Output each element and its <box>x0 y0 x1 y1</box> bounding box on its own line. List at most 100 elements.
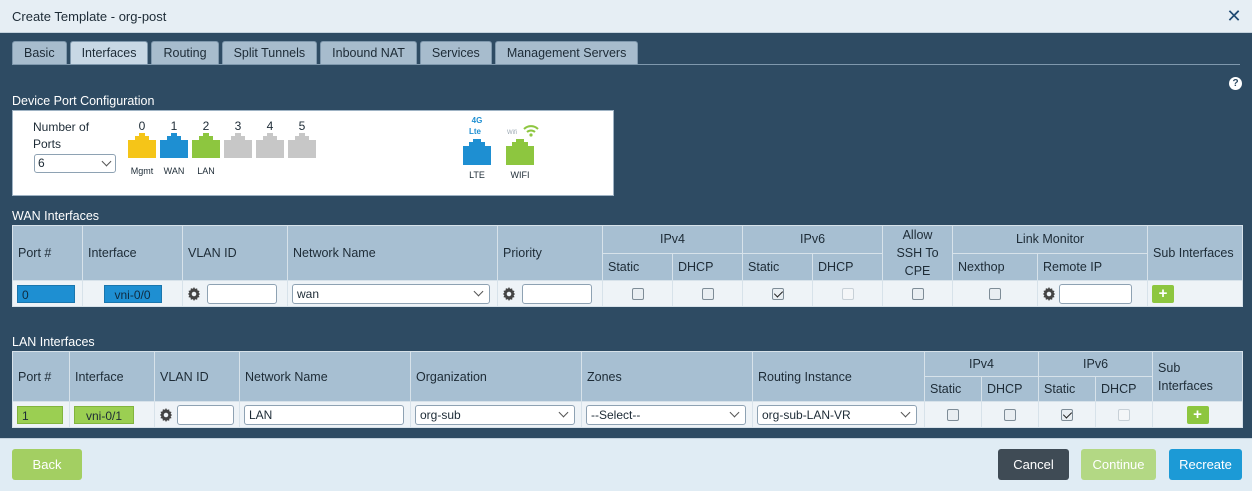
dialog-title: Create Template - org-post <box>12 9 167 24</box>
back-button[interactable]: Back <box>12 449 82 480</box>
wan-ipv4-dhcp-checkbox[interactable] <box>701 288 714 301</box>
port-4[interactable]: 4 <box>255 119 285 176</box>
lte-port[interactable]: 4G Lte LTE <box>457 115 497 180</box>
lan-ipv6-static-checkbox[interactable] <box>1061 409 1074 422</box>
wan-remote-ip-input[interactable] <box>1059 283 1133 304</box>
add-sub-interface-button[interactable]: + <box>1186 405 1209 424</box>
wan-allow-ssh-checkbox[interactable] <box>911 288 924 301</box>
col-organization: Organization <box>410 351 582 402</box>
lan-organization-value: org-sub <box>420 407 461 422</box>
device-port-title: Device Port Configuration <box>12 94 155 108</box>
lte-badge-bottom: Lte <box>469 127 482 136</box>
lan-section-title: LAN Interfaces <box>12 335 95 349</box>
dialog-body: Basic Interfaces Routing Split Tunnels I… <box>0 33 1252 438</box>
col-link-monitor: Link Monitor <box>952 225 1149 254</box>
gear-icon[interactable] <box>1042 286 1056 301</box>
wifi-label: WIFI <box>510 170 530 180</box>
port-label <box>223 166 253 176</box>
wifi-port[interactable]: Wifi WIFI <box>500 115 540 180</box>
lan-interface-field[interactable]: vni-0/1 <box>74 405 134 424</box>
lan-vlan-input[interactable] <box>177 404 234 425</box>
wifi-icon: Wifi <box>506 125 539 165</box>
wan-port-field[interactable]: 0 <box>17 284 75 303</box>
table-row: 0 vni-0/0 wan + <box>12 280 1244 307</box>
port-3[interactable]: 3 <box>223 119 253 176</box>
col-ipv4-dhcp: DHCP <box>671 252 744 281</box>
tab-inbound-nat[interactable]: Inbound NAT <box>320 41 417 64</box>
col-nexthop: Nexthop <box>952 252 1039 281</box>
lan-port-field[interactable]: 1 <box>17 405 63 424</box>
lan-routing-instance-select[interactable]: org-sub-LAN-VR <box>757 404 917 425</box>
col-ipv6: IPv6 <box>742 225 884 254</box>
wan-vlan-input[interactable] <box>207 283 277 304</box>
ethernet-port-icon <box>160 133 188 158</box>
wan-nexthop-checkbox[interactable] <box>989 288 1002 301</box>
chevron-down-icon <box>900 407 911 417</box>
lan-ipv4-dhcp-checkbox[interactable] <box>1004 409 1016 422</box>
gear-icon[interactable] <box>502 286 516 301</box>
help-icon[interactable]: ? <box>1229 77 1242 90</box>
port-5[interactable]: 5 <box>287 119 317 176</box>
wan-ipv6-dhcp-checkbox <box>841 288 854 301</box>
dialog-titlebar: Create Template - org-post ✕ <box>0 0 1252 33</box>
lan-ipv4-static-checkbox[interactable] <box>947 409 959 422</box>
gear-icon[interactable] <box>187 286 201 301</box>
lan-routing-instance-value: org-sub-LAN-VR <box>762 407 851 422</box>
wan-priority-input[interactable] <box>522 283 592 304</box>
chevron-down-icon <box>101 156 112 167</box>
gear-icon[interactable] <box>159 407 173 422</box>
wan-interface-field[interactable]: vni-0/0 <box>103 284 162 303</box>
continue-button[interactable]: Continue <box>1081 449 1156 480</box>
port-label: Mgmt <box>130 166 154 176</box>
tab-routing[interactable]: Routing <box>151 41 219 64</box>
tab-basic[interactable]: Basic <box>12 41 67 64</box>
lte-icon: 4G Lte <box>463 116 491 165</box>
tab-divider <box>12 64 1240 65</box>
wan-section-title: WAN Interfaces <box>12 209 100 223</box>
port-number: 3 <box>234 119 242 133</box>
chevron-down-icon <box>729 407 740 417</box>
tab-interfaces[interactable]: Interfaces <box>69 41 149 64</box>
col-network-name: Network Name <box>287 225 498 281</box>
close-icon[interactable]: ✕ <box>1226 6 1242 26</box>
add-sub-interface-button[interactable]: + <box>1152 284 1175 303</box>
col-zones: Zones <box>581 351 753 402</box>
col-vlan-id: VLAN ID <box>182 225 288 281</box>
col-interface: Interface <box>82 225 183 281</box>
tab-services[interactable]: Services <box>419 41 492 64</box>
lan-network-input[interactable]: LAN <box>244 404 404 425</box>
wan-interfaces-table: Port # Interface VLAN ID Network Name Pr… <box>12 225 1244 307</box>
col-ipv6: IPv6 <box>1038 351 1154 377</box>
tab-management-servers[interactable]: Management Servers <box>494 41 639 64</box>
number-of-ports-select[interactable]: 6 <box>34 154 116 173</box>
ethernet-port-icon <box>256 133 284 158</box>
col-port: Port # <box>12 225 83 281</box>
port-1[interactable]: 1 WAN <box>159 119 189 176</box>
port-2[interactable]: 2 LAN <box>191 119 221 176</box>
port-label <box>287 166 317 176</box>
tab-split-tunnels[interactable]: Split Tunnels <box>221 41 318 64</box>
port-number: 4 <box>266 119 274 133</box>
lan-organization-select[interactable]: org-sub <box>415 404 575 425</box>
wan-network-value: wan <box>297 286 320 301</box>
port-0[interactable]: 0 Mgmt <box>127 119 157 176</box>
wan-network-select[interactable]: wan <box>292 283 490 304</box>
col-ipv4: IPv4 <box>923 351 1040 377</box>
wan-ipv6-static-checkbox[interactable] <box>771 288 784 301</box>
wan-ipv4-static-checkbox[interactable] <box>631 288 644 301</box>
lan-zones-select[interactable]: --Select-- <box>586 404 746 425</box>
lte-label: LTE <box>469 170 485 180</box>
lan-ipv6-dhcp-checkbox <box>1118 409 1131 422</box>
col-ipv4-dhcp: DHCP <box>980 376 1040 402</box>
table-row: 1 vni-0/1 LAN org-sub --Select-- org-sub… <box>12 401 1244 428</box>
col-ipv6-static: Static <box>1038 376 1097 402</box>
col-ipv4: IPv4 <box>601 225 744 254</box>
col-priority: Priority <box>497 225 603 281</box>
col-routing-instance: Routing Instance <box>752 351 925 402</box>
col-sub-interfaces: Sub Interfaces <box>1147 225 1244 281</box>
lan-interfaces-table: Port # Interface VLAN ID Network Name Or… <box>12 351 1244 428</box>
port-number: 0 <box>138 119 146 133</box>
col-sub-interfaces: Sub Interfaces <box>1152 351 1244 402</box>
cancel-button[interactable]: Cancel <box>998 449 1069 480</box>
recreate-button[interactable]: Recreate <box>1169 449 1242 480</box>
